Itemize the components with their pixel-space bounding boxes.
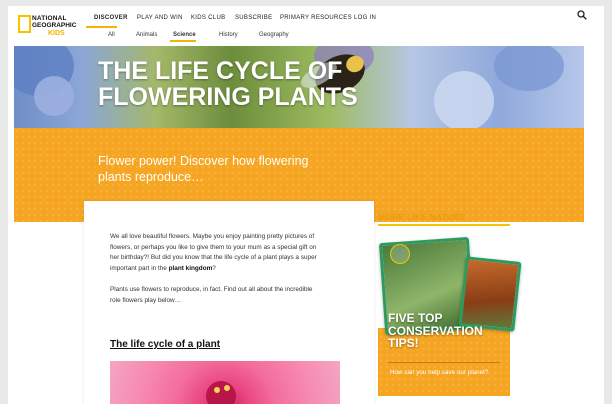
hero-tagline: Flower power! Discover how flowering pla… xyxy=(98,154,309,184)
promo-card-divider xyxy=(388,362,500,363)
section-heading: The life cycle of a plant xyxy=(110,339,221,350)
nav-primary-resources[interactable]: PRIMARY RESOURCES xyxy=(280,15,352,21)
paragraph-end: ? xyxy=(212,264,216,272)
sidebar-title: MORE LIKE NATURE xyxy=(378,212,466,222)
flower-image xyxy=(110,361,340,404)
yellow-border-icon xyxy=(18,15,31,33)
nav-subscribe[interactable]: SUBSCRIBE xyxy=(235,15,272,21)
nav-active-underline xyxy=(86,26,117,28)
nav-kids-club[interactable]: KIDS CLUB xyxy=(191,15,225,21)
badge-icon xyxy=(390,244,410,264)
nav-log-in[interactable]: LOG IN xyxy=(354,15,376,21)
natgeo-kids-logo[interactable]: NATIONAL GEOGRAPHIC KIDS xyxy=(18,15,82,41)
search-icon[interactable] xyxy=(577,10,587,20)
promo-card-title[interactable]: FIVE TOP CONSERVATION TIPS! xyxy=(388,312,504,350)
subnav-history[interactable]: History xyxy=(219,32,238,38)
logo-text-geographic: GEOGRAPHIC xyxy=(32,22,77,29)
logo-text-kids: KIDS xyxy=(48,30,65,37)
subnav-animals[interactable]: Animals xyxy=(136,32,157,38)
page-title: THE LIFE CYCLE OF FLOWERING PLANTS xyxy=(98,57,358,111)
nav-play-and-win[interactable]: PLAY AND WIN xyxy=(137,15,183,21)
subnav-all[interactable]: All xyxy=(108,32,115,38)
subnav-geography[interactable]: Geography xyxy=(259,32,289,38)
logo-text-national: NATIONAL xyxy=(32,15,67,22)
subnav-science[interactable]: Science xyxy=(173,32,196,38)
promo-card-description: How can you help save our planet? xyxy=(390,369,489,376)
article-paragraph-2: Plants use flowers to reproduce, in fact… xyxy=(110,286,313,304)
subnav-active-underline xyxy=(170,40,196,42)
article-paragraph-1: We all love beautiful flowers. Maybe you… xyxy=(110,232,324,274)
sidebar-title-underline xyxy=(378,224,510,226)
plant-kingdom-link[interactable]: plant kingdom xyxy=(169,265,213,272)
nav-discover[interactable]: DISCOVER xyxy=(94,15,128,21)
